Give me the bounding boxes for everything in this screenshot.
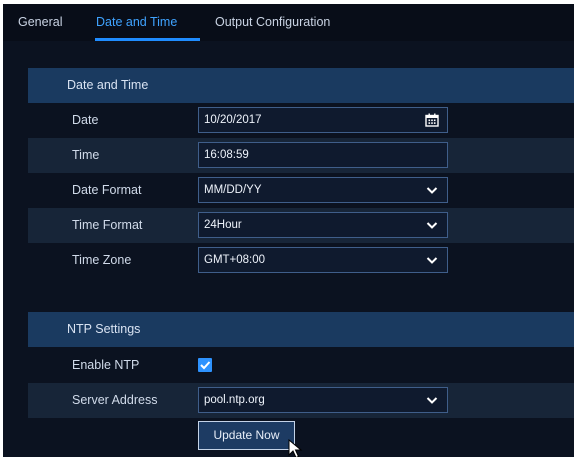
tab-date-and-time[interactable]: Date and Time <box>96 15 177 29</box>
row-date: Date 10/20/2017 <box>28 103 574 138</box>
row-time-zone: Time Zone GMT+08:00 <box>28 243 574 278</box>
checkmark-icon <box>200 361 211 370</box>
mouse-cursor-icon <box>288 439 303 457</box>
active-tab-indicator <box>95 38 200 41</box>
row-time-format: Time Format 24Hour <box>28 208 574 243</box>
date-format-value: MM/DD/YY <box>204 184 262 196</box>
time-format-label: Time Format <box>72 218 143 232</box>
time-label: Time <box>72 148 100 162</box>
tab-general[interactable]: General <box>18 15 62 29</box>
row-time: Time 16:08:59 <box>28 138 574 173</box>
row-enable-ntp: Enable NTP <box>28 348 574 383</box>
time-value: 16:08:59 <box>204 149 249 161</box>
row-date-format: Date Format MM/DD/YY <box>28 173 574 208</box>
tab-output-configuration[interactable]: Output Configuration <box>215 15 330 29</box>
tab-bar: General Date and Time Output Configurati… <box>3 4 574 41</box>
section-header-date-time: Date and Time <box>28 68 574 103</box>
time-format-value: 24Hour <box>204 219 242 231</box>
settings-panel: General Date and Time Output Configurati… <box>3 4 574 457</box>
chevron-down-icon <box>426 222 438 229</box>
chevron-down-icon <box>426 257 438 264</box>
date-label: Date <box>72 113 99 127</box>
enable-ntp-label: Enable NTP <box>72 358 140 372</box>
date-value: 10/20/2017 <box>204 114 262 126</box>
time-zone-label: Time Zone <box>72 253 132 267</box>
server-address-value: pool.ntp.org <box>204 394 265 406</box>
time-format-select[interactable]: 24Hour <box>198 212 448 238</box>
section-title-ntp: NTP Settings <box>67 322 141 336</box>
row-server-address: Server Address pool.ntp.org <box>28 383 574 418</box>
time-zone-select[interactable]: GMT+08:00 <box>198 247 448 273</box>
chevron-down-icon <box>426 397 438 404</box>
server-address-select[interactable]: pool.ntp.org <box>198 387 448 413</box>
section-header-ntp: NTP Settings <box>28 312 574 347</box>
enable-ntp-checkbox[interactable] <box>198 358 212 372</box>
time-zone-value: GMT+08:00 <box>204 254 266 266</box>
server-address-label: Server Address <box>72 393 158 407</box>
date-format-label: Date Format <box>72 183 142 197</box>
calendar-icon[interactable] <box>425 113 439 127</box>
update-now-button[interactable]: Update Now <box>198 421 295 450</box>
chevron-down-icon <box>426 187 438 194</box>
section-title-date-time: Date and Time <box>67 78 149 92</box>
date-field[interactable]: 10/20/2017 <box>198 107 448 133</box>
time-field[interactable]: 16:08:59 <box>198 142 448 168</box>
date-format-select[interactable]: MM/DD/YY <box>198 177 448 203</box>
